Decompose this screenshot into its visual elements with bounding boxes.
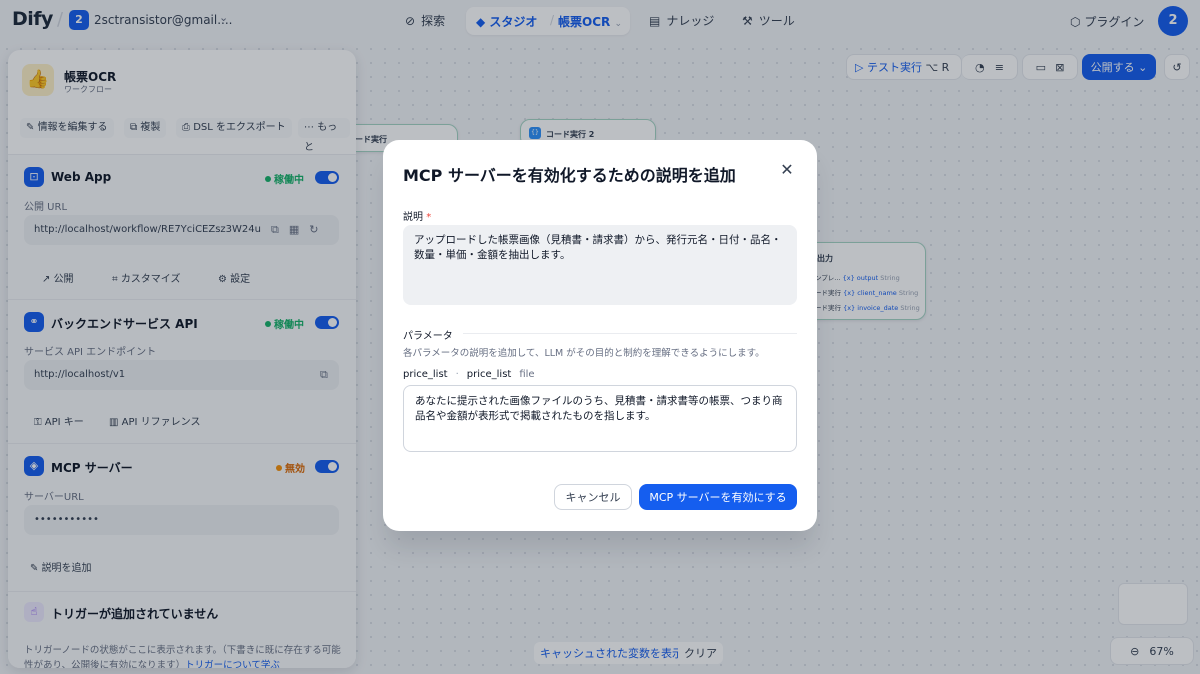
divider bbox=[463, 333, 797, 334]
description-textarea[interactable]: アップロードした帳票画像（見積書・請求書）から、発行元名・日付・品名・数量・単価… bbox=[403, 225, 797, 305]
dialog-title: MCP サーバーを有効化するための説明を追加 bbox=[403, 166, 736, 185]
description-label: 説明 * bbox=[403, 212, 432, 223]
param-description-textarea[interactable]: あなたに提示された画像ファイルのうち、見積書・請求書等の帳票、つまり商品名や金額… bbox=[403, 385, 797, 452]
cancel-button[interactable]: キャンセル bbox=[554, 484, 632, 510]
param-type: file bbox=[519, 369, 535, 380]
param-label: price_list bbox=[466, 369, 512, 380]
parameters-hint: 各パラメータの説明を追加して、LLM がその目的と制約を理解できるようにします。 bbox=[403, 348, 765, 359]
param-separator: · bbox=[455, 369, 459, 380]
enable-mcp-button[interactable]: MCP サーバーを有効にする bbox=[639, 484, 797, 510]
parameters-label: パラメータ bbox=[403, 331, 453, 342]
mcp-description-dialog: MCP サーバーを有効化するための説明を追加 ✕ 説明 * アップロードした帳票… bbox=[383, 140, 817, 531]
close-icon[interactable]: ✕ bbox=[779, 162, 795, 178]
param-name: price_list bbox=[403, 369, 448, 380]
param-header: price_list · price_list file bbox=[403, 369, 535, 380]
